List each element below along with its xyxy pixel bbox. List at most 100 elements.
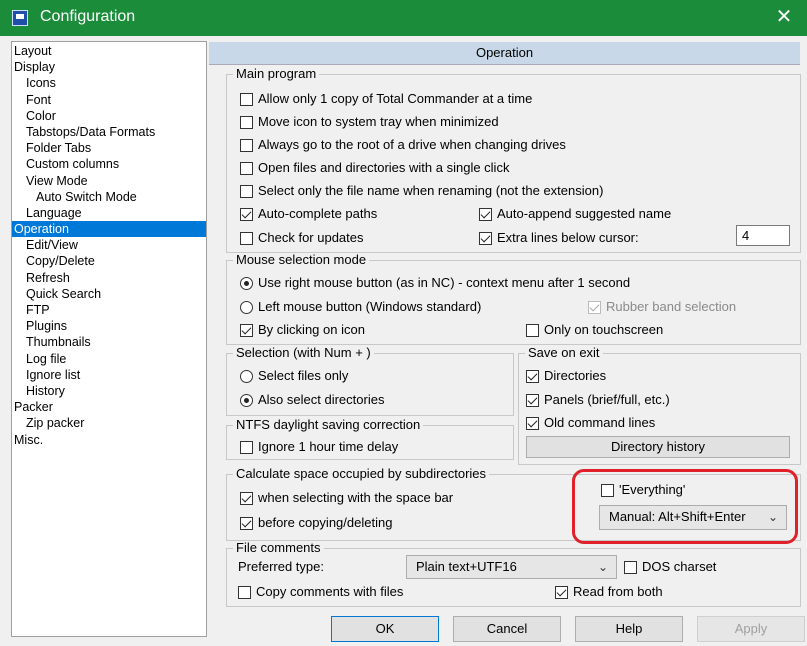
- extra-lines-checkbox[interactable]: Extra lines below cursor:: [479, 229, 639, 247]
- save-directories-checkbox[interactable]: Directories: [526, 367, 606, 385]
- auto-append-checkbox[interactable]: Auto-append suggested name: [479, 205, 671, 223]
- tree-item-display[interactable]: Display: [12, 59, 206, 75]
- tree-item-font[interactable]: Font: [12, 92, 206, 108]
- checkbox-box[interactable]: [240, 162, 253, 175]
- checkbox-box[interactable]: [526, 324, 539, 337]
- page-title: Operation: [209, 42, 800, 65]
- radio-button[interactable]: [240, 301, 253, 314]
- left-button-radio[interactable]: Left mouse button (Windows standard): [240, 298, 481, 316]
- radio-label: Left mouse button (Windows standard): [258, 299, 482, 314]
- checkbox-box[interactable]: [240, 93, 253, 106]
- radio-label: Also select directories: [258, 392, 385, 407]
- settings-tree[interactable]: Layout Display Icons Font Color Tabstops/Data…: [11, 41, 207, 637]
- ignore-hour-checkbox[interactable]: Ignore 1 hour time delay: [240, 438, 398, 456]
- checkbox-label: Select only the file name when renaming …: [258, 183, 604, 198]
- checkbox-box[interactable]: [526, 417, 539, 430]
- dos-charset-checkbox[interactable]: DOS charset: [624, 558, 716, 576]
- by-icon-checkbox[interactable]: By clicking on icon: [240, 321, 365, 339]
- directory-history-button[interactable]: Directory history: [526, 436, 790, 458]
- checkbox-box[interactable]: [238, 586, 251, 599]
- tree-item-view-mode[interactable]: View Mode: [12, 173, 206, 189]
- select-name-only-checkbox[interactable]: Select only the file name when renaming …: [240, 182, 603, 200]
- checkbox-box[interactable]: [240, 517, 253, 530]
- checkbox-box[interactable]: [624, 561, 637, 574]
- also-dirs-radio[interactable]: Also select directories: [240, 391, 384, 409]
- space-bar-checkbox[interactable]: when selecting with the space bar: [240, 489, 453, 507]
- checkbox-label: Copy comments with files: [256, 584, 404, 599]
- checkbox-box[interactable]: [240, 208, 253, 221]
- help-button[interactable]: Help: [575, 616, 683, 642]
- checkbox-box[interactable]: [240, 139, 253, 152]
- single-click-checkbox[interactable]: Open files and directories with a single…: [240, 159, 509, 177]
- ok-button[interactable]: OK: [331, 616, 439, 642]
- tree-item-edit-view[interactable]: Edit/View: [12, 237, 206, 253]
- checkbox-label: when selecting with the space bar: [258, 490, 454, 505]
- radio-button[interactable]: [240, 394, 253, 407]
- tree-item-icons[interactable]: Icons: [12, 75, 206, 91]
- tree-item-log-file[interactable]: Log file: [12, 351, 206, 367]
- extra-lines-input[interactable]: 4: [736, 225, 790, 246]
- before-copy-checkbox[interactable]: before copying/deleting: [240, 514, 392, 532]
- checkbox-box[interactable]: [479, 208, 492, 221]
- checkbox-box[interactable]: [240, 324, 253, 337]
- checkbox-box[interactable]: [240, 441, 253, 454]
- save-old-cmd-checkbox[interactable]: Old command lines: [526, 414, 655, 432]
- radio-button[interactable]: [240, 277, 253, 290]
- save-panels-checkbox[interactable]: Panels (brief/full, etc.): [526, 391, 670, 409]
- cancel-button[interactable]: Cancel: [453, 616, 561, 642]
- checkbox-label: Read from both: [573, 584, 663, 599]
- tree-item-refresh[interactable]: Refresh: [12, 270, 206, 286]
- checkbox-box[interactable]: [240, 116, 253, 129]
- checkbox-label: Only on touchscreen: [544, 322, 664, 337]
- tree-item-operation[interactable]: Operation: [12, 221, 206, 238]
- check-updates-checkbox[interactable]: Check for updates: [240, 229, 364, 247]
- checkbox-label: Allow only 1 copy of Total Commander at …: [258, 91, 533, 106]
- copy-comments-checkbox[interactable]: Copy comments with files: [238, 583, 403, 601]
- go-root-checkbox[interactable]: Always go to the root of a drive when ch…: [240, 136, 566, 154]
- tree-item-misc-[interactable]: Misc.: [12, 432, 206, 448]
- tree-item-thumbnails[interactable]: Thumbnails: [12, 334, 206, 350]
- calc-space-legend: Calculate space occupied by subdirectori…: [233, 467, 490, 481]
- tree-item-auto-switch-mode[interactable]: Auto Switch Mode: [12, 189, 206, 205]
- allow-one-copy-checkbox[interactable]: Allow only 1 copy of Total Commander at …: [240, 90, 532, 108]
- tree-item-ignore-list[interactable]: Ignore list: [12, 367, 206, 383]
- right-button-radio[interactable]: Use right mouse button (as in NC) - cont…: [240, 274, 630, 292]
- touchscreen-checkbox[interactable]: Only on touchscreen: [526, 321, 663, 339]
- tree-item-language[interactable]: Language: [12, 205, 206, 221]
- radio-button[interactable]: [240, 370, 253, 383]
- autocomplete-checkbox[interactable]: Auto-complete paths: [240, 205, 377, 223]
- tree-item-quick-search[interactable]: Quick Search: [12, 286, 206, 302]
- tree-item-history[interactable]: History: [12, 383, 206, 399]
- checkbox-box[interactable]: [526, 394, 539, 407]
- tree-item-ftp[interactable]: FTP: [12, 302, 206, 318]
- checkbox-label: Auto-complete paths: [258, 206, 378, 221]
- checkbox-box[interactable]: [240, 185, 253, 198]
- file-comments-legend: File comments: [233, 541, 324, 555]
- select-value: Plain text+UTF16: [416, 559, 517, 574]
- rubber-band-checkbox: Rubber band selection: [588, 298, 736, 316]
- tree-item-custom-columns[interactable]: Custom columns: [12, 156, 206, 172]
- checkbox-label: Auto-append suggested name: [497, 206, 672, 221]
- checkbox-box[interactable]: [479, 232, 492, 245]
- preferred-type-select[interactable]: Plain text+UTF16 ⌄: [406, 555, 617, 579]
- checkbox-label: Rubber band selection: [606, 299, 737, 314]
- checkbox-box[interactable]: [240, 232, 253, 245]
- files-only-radio[interactable]: Select files only: [240, 367, 348, 385]
- close-button[interactable]: ✕: [761, 0, 807, 36]
- tray-icon-checkbox[interactable]: Move icon to system tray when minimized: [240, 113, 499, 131]
- tree-item-tabstops-data-formats[interactable]: Tabstops/Data Formats: [12, 124, 206, 140]
- checkbox-box[interactable]: [526, 370, 539, 383]
- apply-button[interactable]: Apply: [697, 616, 805, 642]
- tree-item-zip-packer[interactable]: Zip packer: [12, 415, 206, 431]
- read-both-checkbox[interactable]: Read from both: [555, 583, 663, 601]
- tree-item-plugins[interactable]: Plugins: [12, 318, 206, 334]
- tree-item-color[interactable]: Color: [12, 108, 206, 124]
- checkbox-box[interactable]: [555, 586, 568, 599]
- tree-item-copy-delete[interactable]: Copy/Delete: [12, 253, 206, 269]
- window-title: Configuration: [40, 8, 136, 25]
- checkbox-box[interactable]: [240, 492, 253, 505]
- tree-item-layout[interactable]: Layout: [12, 43, 206, 59]
- main-program-legend: Main program: [233, 67, 320, 81]
- tree-item-packer[interactable]: Packer: [12, 399, 206, 415]
- tree-item-folder-tabs[interactable]: Folder Tabs: [12, 140, 206, 156]
